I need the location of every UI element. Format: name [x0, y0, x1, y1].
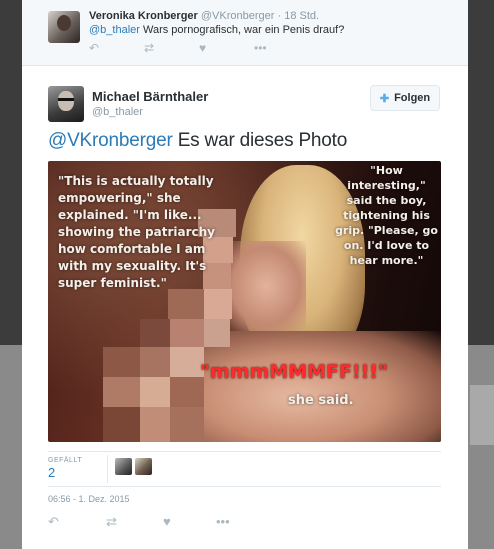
- divider: [107, 455, 108, 483]
- author-name[interactable]: Veronika Kronberger: [89, 10, 198, 22]
- pixel-block: [170, 347, 204, 377]
- avatar[interactable]: [48, 11, 80, 43]
- likes-count[interactable]: 2: [48, 465, 55, 480]
- retweet-icon[interactable]: ⇄: [144, 42, 199, 54]
- tweet-timestamp: 06:56 - 1. Dez. 2015: [48, 494, 130, 504]
- follow-button-label: Folgen: [394, 92, 431, 104]
- photo-caption-left: "This is actually totally empowering," s…: [58, 174, 215, 290]
- pixel-block: [103, 347, 140, 377]
- ancestor-tweet[interactable]: Veronika Kronberger @VKronberger · 18 St…: [22, 0, 468, 66]
- like-icon[interactable]: ♥: [199, 42, 254, 54]
- background-panel: [470, 385, 494, 445]
- pixel-block: [170, 319, 204, 347]
- tweet-text: @VKronberger Es war dieses Photo: [48, 130, 347, 152]
- divider: [48, 486, 441, 487]
- tweet-time[interactable]: · 18 Std.: [278, 10, 320, 22]
- pixel-block: [140, 407, 170, 442]
- author-handle[interactable]: @VKronberger: [201, 10, 275, 22]
- like-icon[interactable]: ♥: [163, 515, 171, 528]
- pixel-block: [204, 319, 230, 347]
- tweet-body: Es war dieses Photo: [172, 130, 348, 151]
- main-tweet: Michael Bärnthaler @b_thaler ✚ Folgen @V…: [22, 66, 468, 549]
- reply-icon[interactable]: ↶: [48, 515, 59, 528]
- pixel-block: [170, 407, 204, 442]
- divider: [48, 451, 441, 452]
- photo-caption-right: "How interesting," said the boy, tighten…: [335, 164, 438, 267]
- photo-body: [198, 331, 441, 442]
- more-icon[interactable]: •••: [216, 515, 230, 528]
- tweet-body: Wars pornografisch, war ein Penis drauf?: [139, 24, 345, 36]
- pixel-block: [140, 319, 170, 347]
- photo-face: [226, 241, 306, 331]
- tweet-text: @b_thaler Wars pornografisch, war ein Pe…: [89, 24, 344, 36]
- add-user-icon: ✚: [379, 92, 390, 105]
- pixel-block: [103, 377, 140, 407]
- pixel-block: [168, 289, 204, 319]
- avatar[interactable]: [48, 86, 84, 122]
- photo-caption-red: "mmmMMMFF!!!": [200, 361, 388, 383]
- liker-avatar[interactable]: [115, 458, 132, 475]
- tweet-photo[interactable]: "This is actually totally empowering," s…: [48, 161, 441, 442]
- retweet-icon[interactable]: ⇄: [106, 515, 117, 528]
- author-name[interactable]: Michael Bärnthaler: [92, 89, 208, 104]
- likes-label: GEFÄLLT: [48, 457, 83, 464]
- ancestor-tweet-header: Veronika Kronberger @VKronberger · 18 St…: [89, 10, 319, 22]
- follow-button[interactable]: ✚ Folgen: [370, 85, 440, 111]
- liker-avatar[interactable]: [135, 458, 152, 475]
- pixel-block: [140, 347, 170, 377]
- tweet-actions: ↶ ⇄ ♥ •••: [89, 42, 309, 54]
- more-icon[interactable]: •••: [254, 42, 309, 54]
- pixel-block: [103, 407, 140, 442]
- author-handle[interactable]: @b_thaler: [92, 106, 143, 118]
- mention-link[interactable]: @b_thaler: [89, 24, 140, 36]
- pixel-block: [204, 289, 232, 319]
- reply-icon[interactable]: ↶: [89, 42, 144, 54]
- pixel-block: [140, 377, 170, 407]
- mention-link[interactable]: @VKronberger: [48, 130, 173, 151]
- photo-caption-said: she said.: [288, 393, 354, 408]
- pixel-block: [170, 377, 204, 407]
